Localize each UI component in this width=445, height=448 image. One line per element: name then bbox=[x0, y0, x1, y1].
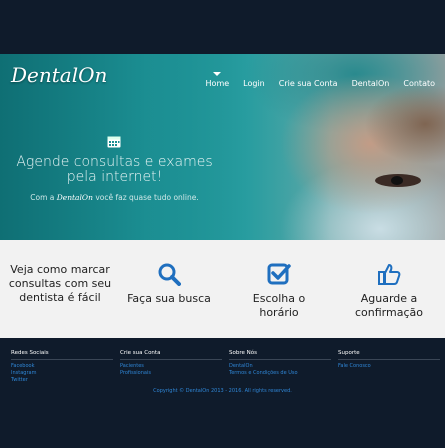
hero-sub-brand: DentalOn bbox=[56, 193, 93, 202]
footer-col-title: Sobre Nós bbox=[229, 350, 331, 360]
nav-home[interactable]: Home bbox=[206, 72, 229, 88]
hero-headline: Agende consultas e exames pela internet! bbox=[16, 154, 213, 185]
how-it-works-intro: Veja como marcar consultas com seu denti… bbox=[8, 263, 112, 304]
footer-link-professionals[interactable]: Profissionais bbox=[120, 370, 222, 377]
footer-col-about: Sobre Nós DentalOn Termos e Condições de… bbox=[229, 350, 331, 377]
footer-link-dentalon[interactable]: DentalOn bbox=[229, 363, 331, 370]
nav-create-account[interactable]: Crie sua Conta bbox=[279, 79, 338, 88]
hero-sub-prefix: Com a bbox=[30, 193, 55, 202]
footer-col-social: Redes Sociais Facebook Instagram Twitter bbox=[11, 350, 113, 384]
thumbs-up-icon bbox=[378, 264, 401, 285]
step-choose-time-label: Escolha o horário bbox=[252, 292, 306, 319]
step-choose-time: Escolha o horário bbox=[232, 262, 326, 320]
nav-contact[interactable]: Contato bbox=[403, 79, 435, 88]
footer-col-support: Suporte Fale Conosco bbox=[338, 350, 440, 370]
footer-col-title: Crie sua Conta bbox=[120, 350, 222, 360]
step-await-confirmation: Aguarde a confirmação bbox=[344, 262, 434, 320]
hero-eye-illustration bbox=[375, 174, 421, 187]
step-search-label: Faça sua busca bbox=[127, 292, 211, 305]
search-icon bbox=[158, 263, 181, 286]
step-search: Faça sua busca bbox=[124, 262, 214, 306]
check-square-icon bbox=[267, 263, 291, 285]
footer-col-create-account: Crie sua Conta Pacientes Profissionais bbox=[120, 350, 222, 377]
footer-link-twitter[interactable]: Twitter bbox=[11, 377, 113, 384]
hero-subline: Com a DentalOn você faz quase tudo onlin… bbox=[12, 193, 217, 202]
footer-link-patients[interactable]: Pacientes bbox=[120, 363, 222, 370]
footer-col-title: Redes Sociais bbox=[11, 350, 113, 360]
logo[interactable]: DentalOn bbox=[11, 63, 107, 87]
how-it-works-section: Veja como marcar consultas com seu denti… bbox=[0, 240, 445, 338]
footer-link-contact-us[interactable]: Fale Conosco bbox=[338, 363, 440, 370]
top-bar bbox=[0, 0, 445, 54]
main-nav: Home Login Crie sua Conta DentalOn Conta… bbox=[206, 72, 435, 88]
hero-sub-suffix: você faz quase tudo online. bbox=[95, 193, 199, 202]
footer: Redes Sociais Facebook Instagram Twitter… bbox=[0, 338, 445, 448]
footer-col-title: Suporte bbox=[338, 350, 440, 360]
footer-link-facebook[interactable]: Facebook bbox=[11, 363, 113, 370]
footer-link-instagram[interactable]: Instagram bbox=[11, 370, 113, 377]
step-await-confirmation-label: Aguarde a confirmação bbox=[355, 292, 423, 319]
footer-link-terms[interactable]: Termos e Condições de Uso bbox=[229, 370, 331, 377]
copyright: Copyright © DentalOn 2013 - 2016. All ri… bbox=[153, 388, 292, 394]
calendar-icon bbox=[107, 136, 121, 148]
nav-login[interactable]: Login bbox=[243, 79, 265, 88]
nav-dentalon[interactable]: DentalOn bbox=[352, 79, 390, 88]
